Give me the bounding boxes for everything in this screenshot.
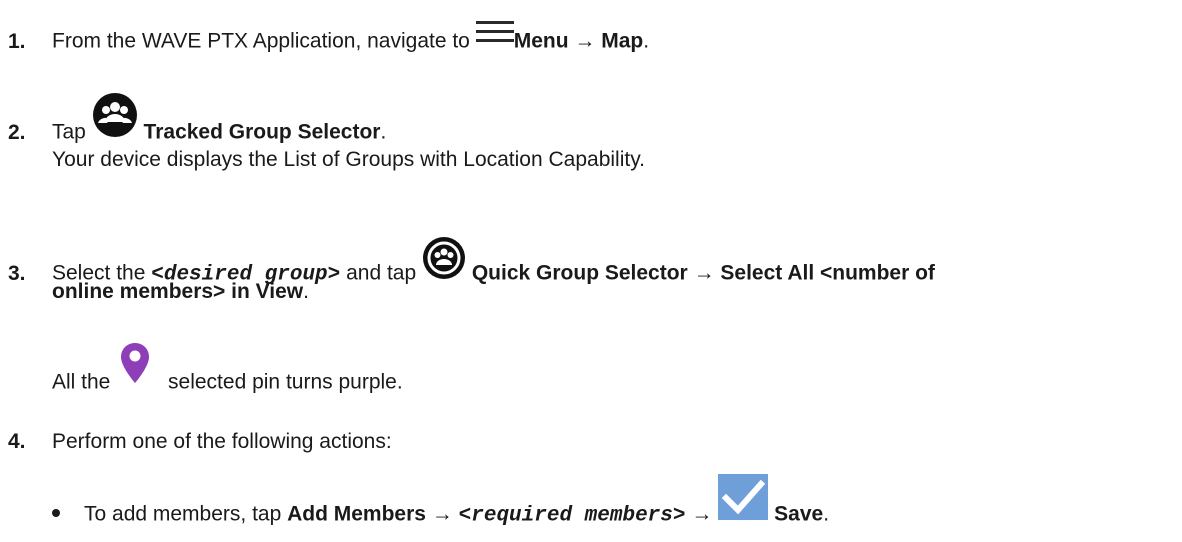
period: . [303, 280, 309, 303]
select-all-label-cont: online members> in View [52, 280, 304, 303]
bullet-add-members: To add members, tap Add Members → <requi… [52, 474, 830, 542]
step-text: Tap [52, 120, 92, 144]
result-text-pre: All the [52, 370, 117, 394]
checkmark-icon [718, 474, 769, 528]
period: . [823, 502, 830, 526]
step-number: 4. [8, 430, 26, 453]
arrow: → [685, 502, 719, 526]
step-3-result: All the selected pin turns purple. [52, 343, 403, 408]
bullet-text-pre: To add members, tap [84, 502, 288, 526]
step-number: 3. [8, 261, 26, 285]
bullet-dot [52, 509, 60, 517]
location-pin-icon [120, 342, 150, 392]
required-members-placeholder: <required members> [458, 504, 686, 528]
arrow: → [568, 29, 602, 53]
tracked-group-selector-label: Tracked Group Selector [143, 120, 381, 144]
period: . [380, 120, 387, 144]
add-members-label: Add Members [287, 502, 426, 526]
quick-group-selector-label: Quick Group Selector [471, 261, 688, 285]
step-4: 4. Perform one of the following actions: [8, 428, 1170, 456]
select-all-label: Select All <number of [720, 261, 935, 285]
group-selector-icon [92, 92, 138, 146]
step-3-continuation: online members> in View. [52, 278, 309, 306]
arrow: → [425, 502, 459, 526]
step-2-result: Your device displays the List of Groups … [52, 148, 645, 171]
step-text-mid: and tap [340, 261, 422, 285]
map-label: Map [601, 29, 644, 53]
arrow: → [687, 261, 721, 285]
result-text-post: selected pin turns purple. [162, 370, 403, 394]
step-number: 2. [8, 120, 26, 144]
step-number: 1. [8, 29, 26, 53]
step-1: 1. From the WAVE PTX Application, navigat… [8, 21, 1170, 58]
step-text: From the WAVE PTX Application, navigate … [52, 29, 476, 53]
quick-group-selector-icon [422, 236, 466, 288]
menu-label: Menu [513, 29, 569, 53]
save-label: Save [774, 502, 824, 526]
step-text: Perform one of the following actions: [52, 430, 392, 453]
period: . [643, 29, 650, 53]
menu-icon [475, 20, 514, 52]
